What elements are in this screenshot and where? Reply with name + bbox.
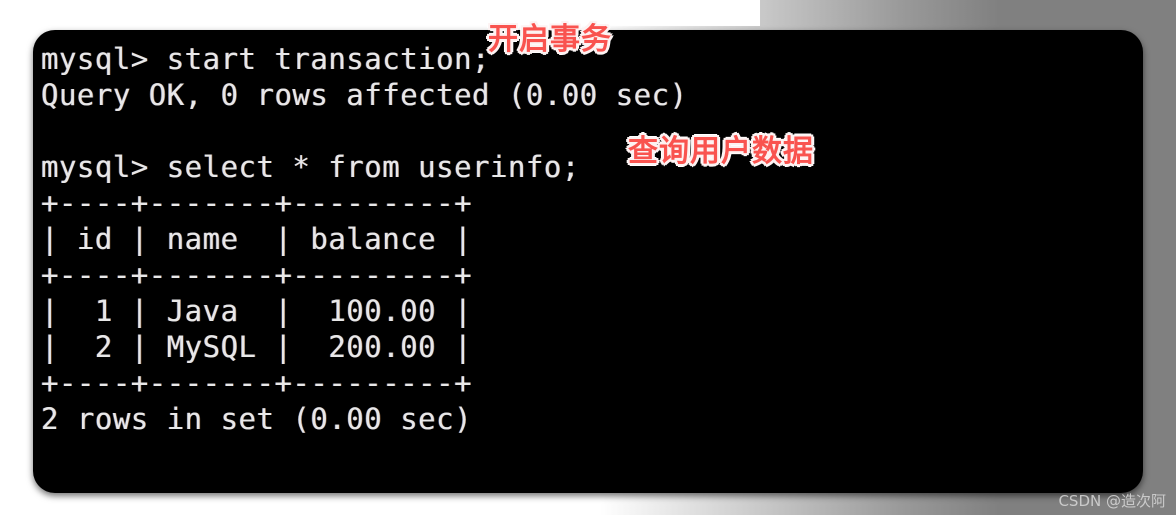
annotation-start-transaction: 开启事务 [488,22,612,57]
terminal-line-table-row-2: | 2 | MySQL | 200.00 | [41,330,473,364]
csdn-watermark: CSDN @造次阿 [1058,492,1166,510]
terminal-line-command-select: mysql> select * from userinfo; [41,150,580,184]
terminal-window[interactable]: mysql> start transaction; Query OK, 0 ro… [33,30,1143,493]
terminal-line-table-header: | id | name | balance | [41,222,473,256]
annotation-query-user-data: 查询用户数据 [628,134,814,169]
terminal-line-table-row-1: | 1 | Java | 100.00 | [41,294,473,328]
terminal-line-table-bottom-border: +----+-------+---------+ [41,366,473,400]
terminal-line-rows-in-set: 2 rows in set (0.00 sec) [41,402,473,436]
terminal-console-output[interactable]: mysql> start transaction; Query OK, 0 ro… [41,41,1143,493]
terminal-line-table-header-border: +----+-------+---------+ [41,258,473,292]
terminal-line-table-top-border: +----+-------+---------+ [41,186,473,220]
terminal-line-command-start-transaction: mysql> start transaction; [41,42,490,76]
backdrop-highlight [0,0,760,26]
terminal-line-query-ok: Query OK, 0 rows affected (0.00 sec) [41,78,688,112]
